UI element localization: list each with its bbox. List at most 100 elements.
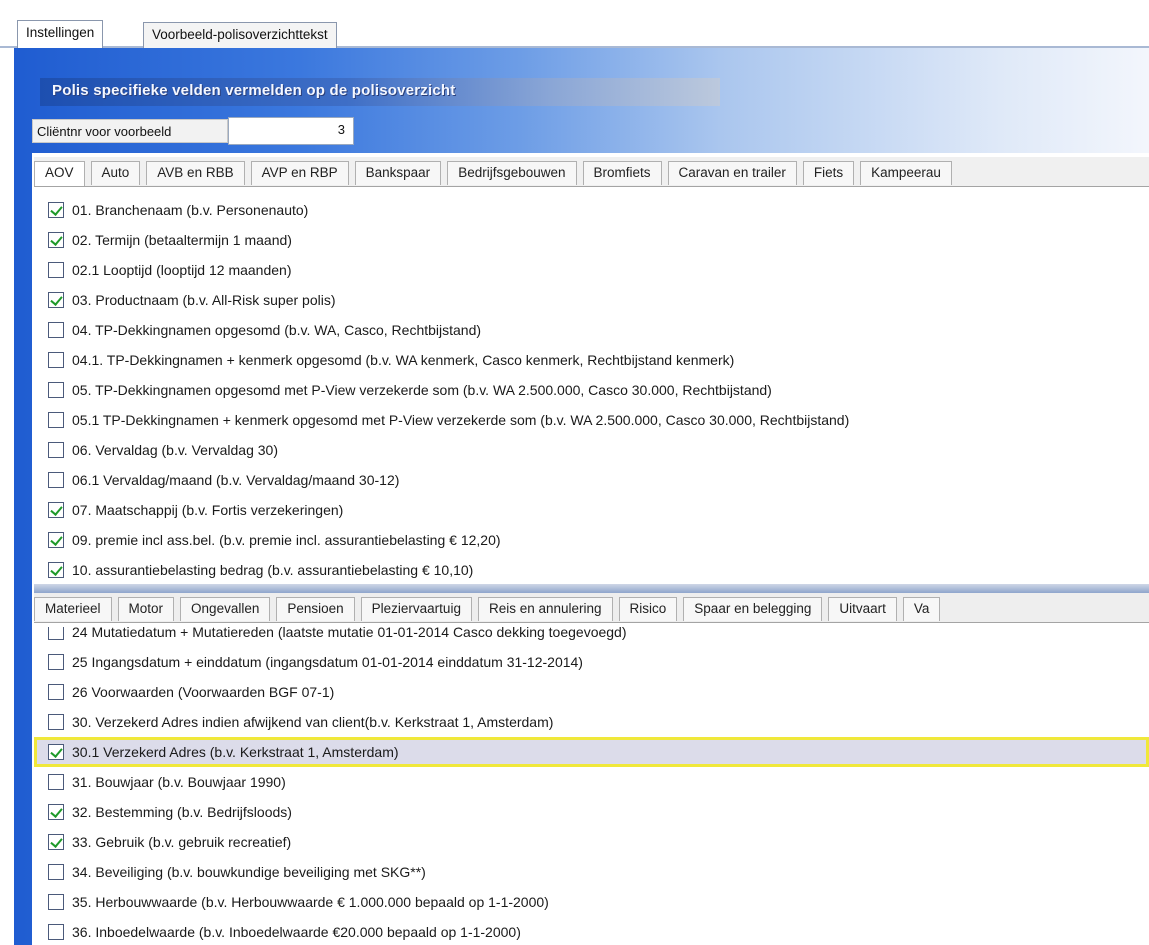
checkbox-unchecked[interactable] <box>48 864 64 880</box>
field-option-row[interactable]: 33. Gebruik (b.v. gebruik recreatief) <box>34 827 1149 857</box>
field-option-row[interactable]: 31. Bouwjaar (b.v. Bouwjaar 1990) <box>34 767 1149 797</box>
panel-left-edge <box>0 48 14 945</box>
section-title: Polis specifieke velden vermelden op de … <box>40 78 720 106</box>
field-option-label: 09. premie incl ass.bel. (b.v. premie in… <box>72 532 501 548</box>
field-option-label: 33. Gebruik (b.v. gebruik recreatief) <box>72 834 292 850</box>
field-option-row[interactable]: 32. Bestemming (b.v. Bedrijfsloods) <box>34 797 1149 827</box>
tab-voorbeeld-polisoverzichttekst[interactable]: Voorbeeld-polisoverzichttekst <box>143 22 337 48</box>
field-option-row[interactable]: 06.1 Vervaldag/maand (b.v. Vervaldag/maa… <box>34 465 1149 495</box>
field-option-row[interactable]: 26 Voorwaarden (Voorwaarden BGF 07-1) <box>34 677 1149 707</box>
checkbox-unchecked[interactable] <box>48 684 64 700</box>
checkbox-unchecked[interactable] <box>48 412 64 428</box>
tab-bankspaar[interactable]: Bankspaar <box>354 161 442 185</box>
checkbox-checked[interactable] <box>48 292 64 308</box>
tab-motor[interactable]: Motor <box>117 597 175 621</box>
tab-reis-en-annulering[interactable]: Reis en annulering <box>477 597 613 621</box>
field-option-label: 31. Bouwjaar (b.v. Bouwjaar 1990) <box>72 774 286 790</box>
checkbox-unchecked[interactable] <box>48 894 64 910</box>
field-list-1[interactable]: 01. Branchenaam (b.v. Personenauto) 02. T… <box>34 195 1149 584</box>
field-option-label: 36. Inboedelwaarde (b.v. Inboedelwaarde … <box>72 924 521 940</box>
checkbox-unchecked[interactable] <box>48 924 64 940</box>
field-option-label: 26 Voorwaarden (Voorwaarden BGF 07-1) <box>72 684 335 700</box>
field-option-label: 34. Beveiliging (b.v. bouwkundige beveil… <box>72 864 426 880</box>
field-option-row[interactable]: 04.1. TP-Dekkingnamen + kenmerk opgesomd… <box>34 345 1149 375</box>
field-option-row[interactable]: 05.1 TP-Dekkingnamen + kenmerk opgesomd … <box>34 405 1149 435</box>
field-option-row[interactable]: 04. TP-Dekkingnamen opgesomd (b.v. WA, C… <box>34 315 1149 345</box>
field-option-row[interactable]: 09. premie incl ass.bel. (b.v. premie in… <box>34 525 1149 555</box>
field-option-label: 04.1. TP-Dekkingnamen + kenmerk opgesomd… <box>72 352 735 368</box>
field-option-label: 02.1 Looptijd (looptijd 12 maanden) <box>72 262 292 278</box>
field-option-label: 03. Productnaam (b.v. All-Risk super pol… <box>72 292 336 308</box>
tab-va[interactable]: Va <box>902 597 941 621</box>
checkbox-checked[interactable] <box>48 232 64 248</box>
checkbox-checked[interactable] <box>48 502 64 518</box>
field-option-row[interactable]: 06. Vervaldag (b.v. Vervaldag 30) <box>34 435 1149 465</box>
field-option-row[interactable]: 07. Maatschappij (b.v. Fortis verzekerin… <box>34 495 1149 525</box>
field-option-label: 32. Bestemming (b.v. Bedrijfsloods) <box>72 804 292 820</box>
field-option-row[interactable]: 02. Termijn (betaaltermijn 1 maand) <box>34 225 1149 255</box>
tab-bromfiets[interactable]: Bromfiets <box>582 161 662 185</box>
field-option-row[interactable]: 10. assurantiebelasting bedrag (b.v. ass… <box>34 555 1149 584</box>
field-option-row[interactable]: 03. Productnaam (b.v. All-Risk super pol… <box>34 285 1149 315</box>
field-option-row[interactable]: 30. Verzekerd Adres indien afwijkend van… <box>34 707 1149 737</box>
field-option-row[interactable]: 02.1 Looptijd (looptijd 12 maanden) <box>34 255 1149 285</box>
checkbox-checked[interactable] <box>48 532 64 548</box>
field-option-label: 35. Herbouwwaarde (b.v. Herbouwwaarde € … <box>72 894 549 910</box>
checkbox-unchecked[interactable] <box>48 322 64 338</box>
field-option-row[interactable]: 01. Branchenaam (b.v. Personenauto) <box>34 195 1149 225</box>
field-option-row[interactable]: 36. Inboedelwaarde (b.v. Inboedelwaarde … <box>34 917 1149 945</box>
tab-kampeerau[interactable]: Kampeerau <box>860 161 952 185</box>
checkbox-checked[interactable] <box>48 834 64 850</box>
branch-tab-row-2: Materieel Motor Ongevallen Pensioen Plezierv… <box>34 593 1149 623</box>
tab-pleziervaartuig[interactable]: Pleziervaartuig <box>360 597 472 621</box>
field-option-row[interactable]: 35. Herbouwwaarde (b.v. Herbouwwaarde € … <box>34 887 1149 917</box>
checkbox-unchecked[interactable] <box>48 774 64 790</box>
field-option-label: 24 Mutatiedatum + Mutatiereden (laatste … <box>72 627 627 640</box>
field-option-label: 10. assurantiebelasting bedrag (b.v. ass… <box>72 562 474 578</box>
field-option-row[interactable]: 24 Mutatiedatum + Mutatiereden (laatste … <box>34 627 1149 647</box>
tab-aov[interactable]: AOV <box>34 161 85 186</box>
tab-materieel[interactable]: Materieel <box>34 597 112 621</box>
client-number-input[interactable]: 3 <box>228 117 354 145</box>
field-option-label: 07. Maatschappij (b.v. Fortis verzekerin… <box>72 502 344 518</box>
checkbox-unchecked[interactable] <box>48 382 64 398</box>
field-option-label: 02. Termijn (betaaltermijn 1 maand) <box>72 232 292 248</box>
tab-fiets[interactable]: Fiets <box>802 161 855 185</box>
checkbox-checked[interactable] <box>48 202 64 218</box>
checkbox-unchecked[interactable] <box>48 472 64 488</box>
field-option-label: 25 Ingangsdatum + einddatum (ingangsdatu… <box>72 654 583 670</box>
checkbox-checked[interactable] <box>48 804 64 820</box>
checkbox-unchecked[interactable] <box>48 654 64 670</box>
checkbox-unchecked[interactable] <box>48 262 64 278</box>
field-option-row[interactable]: 34. Beveiliging (b.v. bouwkundige beveil… <box>34 857 1149 887</box>
field-option-label: 01. Branchenaam (b.v. Personenauto) <box>72 202 309 218</box>
checkbox-unchecked[interactable] <box>48 714 64 730</box>
checkbox-checked[interactable] <box>48 562 64 578</box>
tab-caravan-en-trailer[interactable]: Caravan en trailer <box>667 161 797 185</box>
tab-uitvaart[interactable]: Uitvaart <box>828 597 897 621</box>
field-option-label: 04. TP-Dekkingnamen opgesomd (b.v. WA, C… <box>72 322 482 338</box>
field-option-label: 30. Verzekerd Adres indien afwijkend van… <box>72 714 554 730</box>
tab-avp-en-rbp[interactable]: AVP en RBP <box>250 161 349 185</box>
tab-bedrijfsgebouwen[interactable]: Bedrijfsgebouwen <box>447 161 577 185</box>
client-number-label: Cliëntnr voor voorbeeld <box>32 119 228 143</box>
checkbox-unchecked[interactable] <box>48 442 64 458</box>
tab-avb-en-rbb[interactable]: AVB en RBB <box>146 161 245 185</box>
checkbox-checked[interactable] <box>48 744 64 760</box>
field-list-2[interactable]: 24 Mutatiedatum + Mutatiereden (laatste … <box>34 627 1149 945</box>
checkbox-unchecked[interactable] <box>48 627 64 640</box>
tab-auto[interactable]: Auto <box>90 161 141 185</box>
field-option-row[interactable]: 25 Ingangsdatum + einddatum (ingangsdatu… <box>34 647 1149 677</box>
field-option-label: 06. Vervaldag (b.v. Vervaldag 30) <box>72 442 278 458</box>
tab-risico[interactable]: Risico <box>618 597 678 621</box>
tab-instellingen[interactable]: Instellingen <box>17 20 104 48</box>
tab-pensioen[interactable]: Pensioen <box>276 597 355 621</box>
field-option-label: 05.1 TP-Dekkingnamen + kenmerk opgesomd … <box>72 412 850 428</box>
splitter[interactable] <box>34 584 1149 593</box>
tab-spaar-en-belegging[interactable]: Spaar en belegging <box>683 597 823 621</box>
checkbox-unchecked[interactable] <box>48 352 64 368</box>
field-option-label: 05. TP-Dekkingnamen opgesomd met P-View … <box>72 382 772 398</box>
tab-ongevallen[interactable]: Ongevallen <box>180 597 271 621</box>
field-option-row[interactable]: 05. TP-Dekkingnamen opgesomd met P-View … <box>34 375 1149 405</box>
field-option-row[interactable]: 30.1 Verzekerd Adres (b.v. Kerkstraat 1,… <box>34 737 1149 767</box>
